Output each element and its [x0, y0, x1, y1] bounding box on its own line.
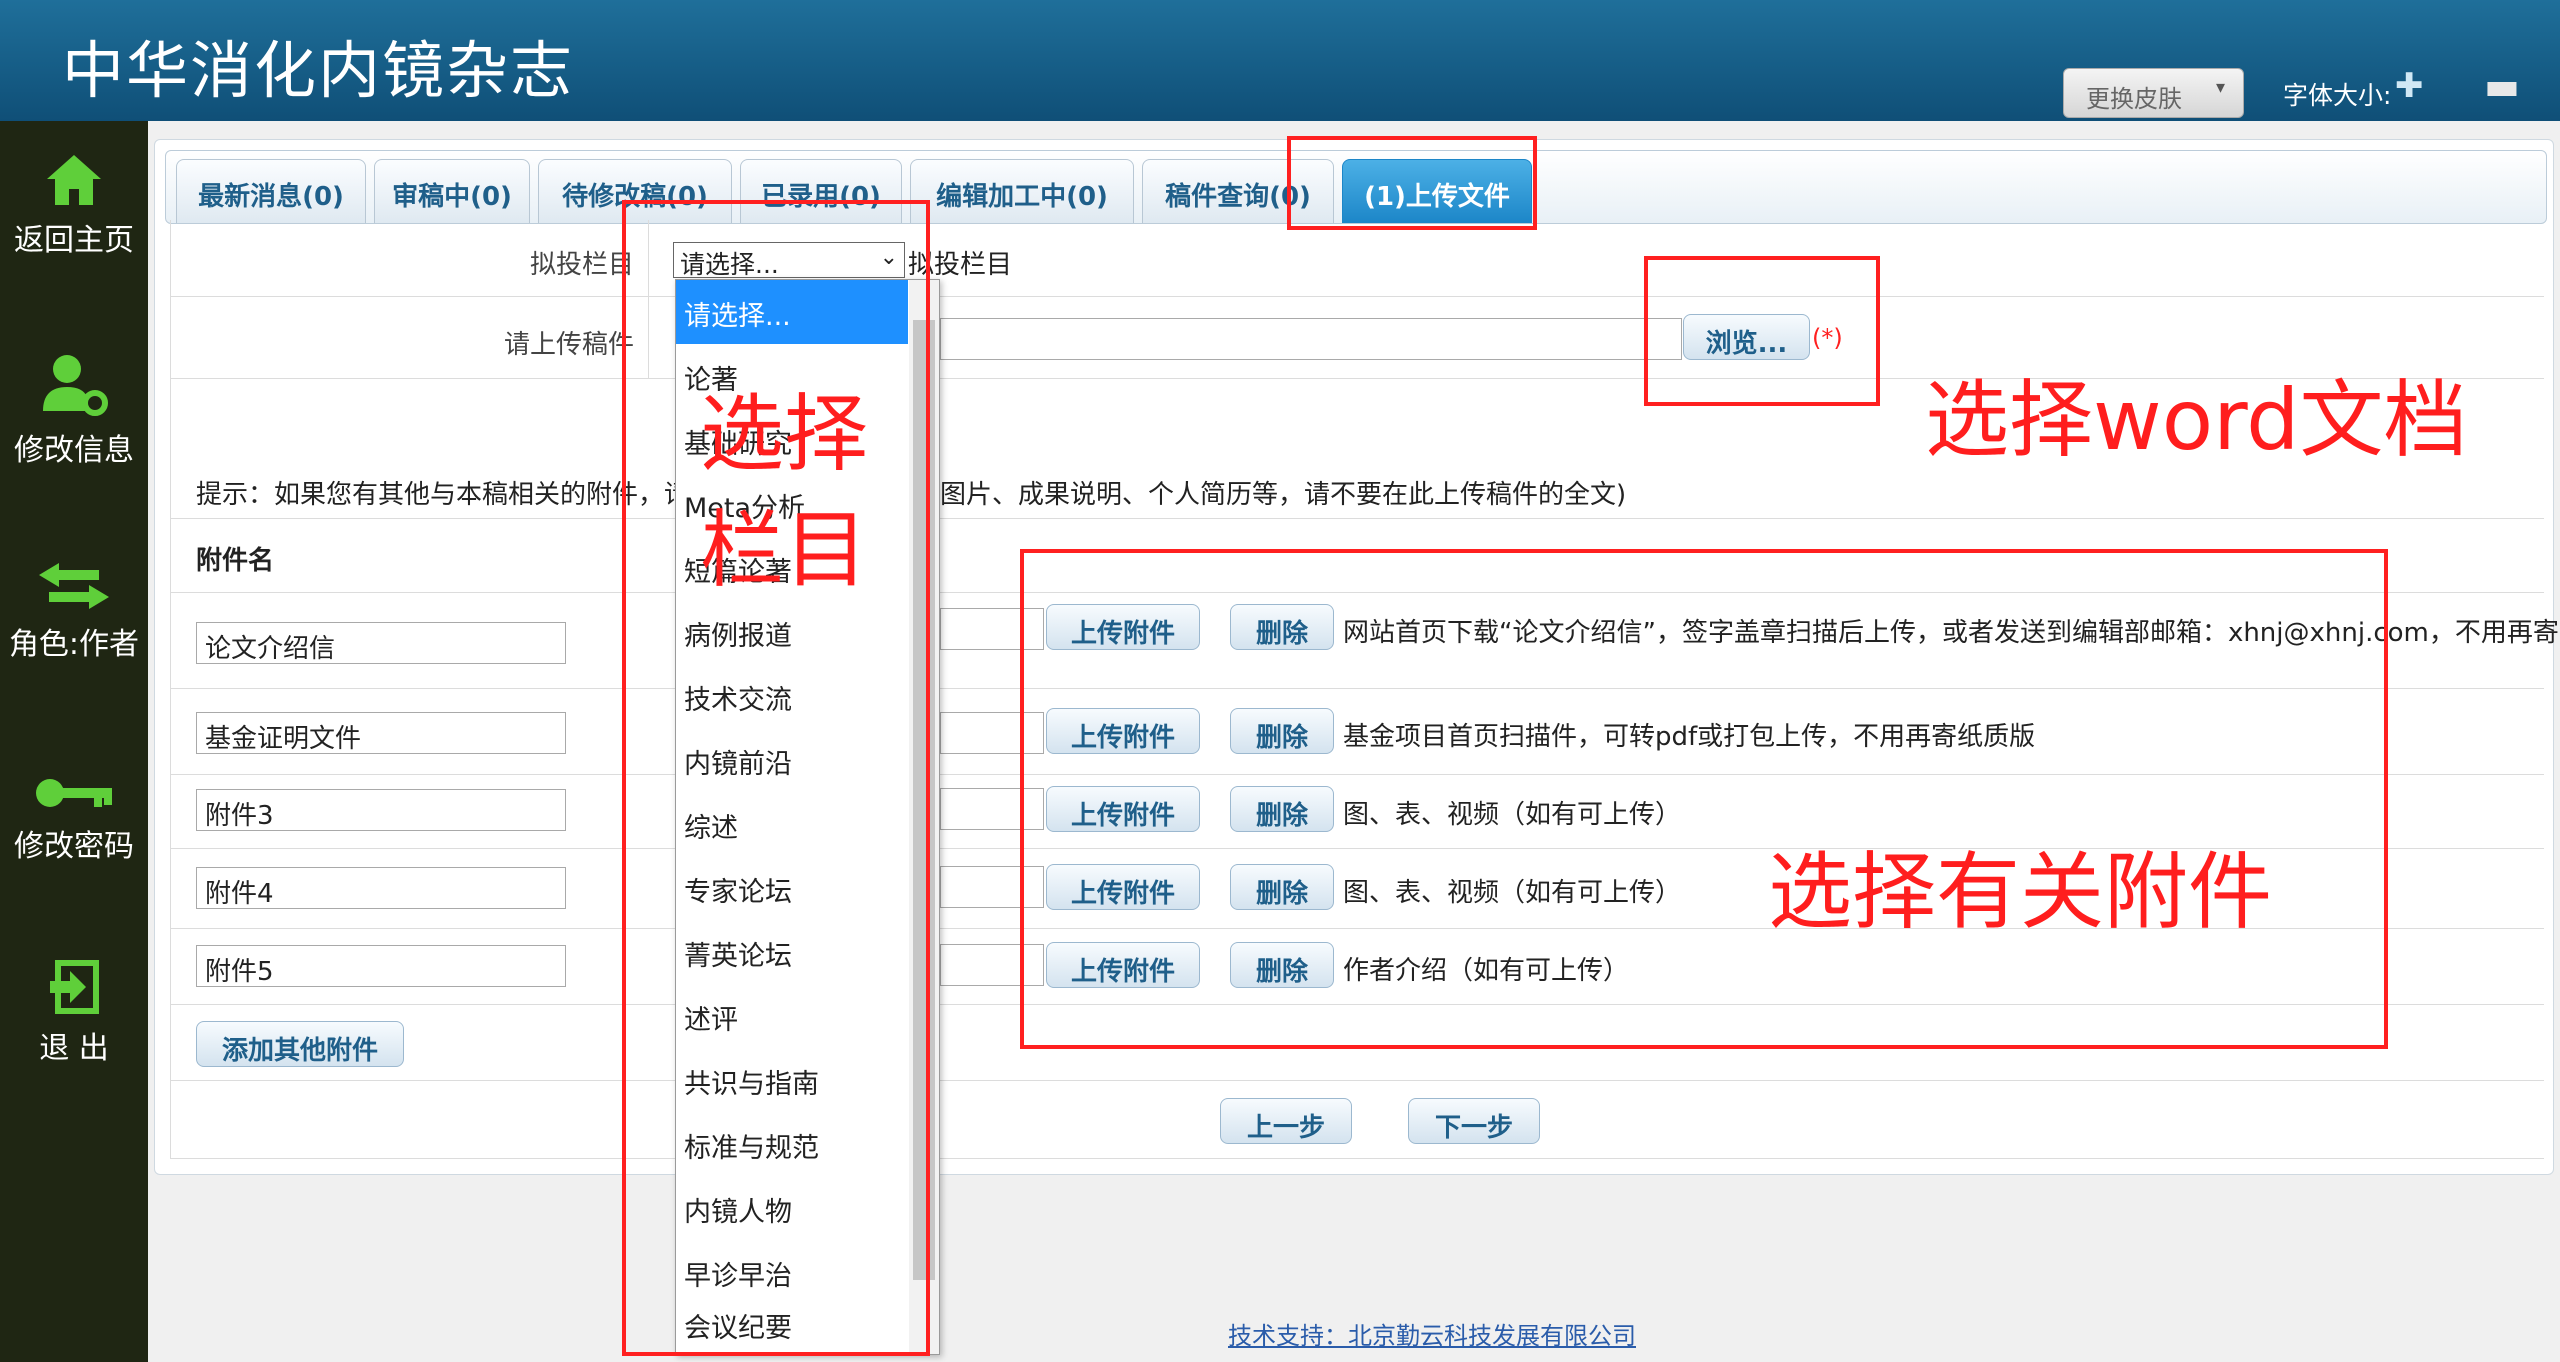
attachment-header: 附件名 — [196, 546, 275, 576]
row-divider — [170, 518, 2544, 519]
home-icon — [47, 155, 101, 205]
row-divider — [170, 1080, 2544, 1081]
annotation-box-browse — [1644, 256, 1880, 406]
attachment-name-input[interactable]: 附件3 — [196, 789, 566, 831]
sidebar-item-label: 角色:作者 — [8, 627, 140, 662]
sidebar-item-label: 修改密码 — [14, 829, 134, 864]
hint-text-right: 图片、成果说明、个人简历等，请不要在此上传稿件的全文) — [940, 480, 1627, 510]
annotation-box-column — [622, 200, 930, 1356]
add-other-attachment-button[interactable]: 添加其他附件 — [196, 1021, 404, 1067]
annotation-select-word: 选择word文档 — [1925, 371, 2468, 469]
annotation-box-attachments — [1020, 549, 2388, 1049]
font-increase-icon[interactable]: ✚ — [2395, 66, 2424, 106]
attachment-name-input[interactable]: 附件4 — [196, 867, 566, 909]
row-divider — [170, 296, 2544, 297]
annotation-box-upload-tab — [1287, 136, 1537, 230]
attachment-name-input[interactable]: 基金证明文件 — [196, 712, 566, 754]
column-label: 拟投栏目 — [529, 250, 634, 280]
sidebar: 返回主页 修改信息 角色:作者 修改密码 退 出 — [0, 121, 148, 1362]
annotation-select-attachments: 选择有关附件 — [1768, 843, 2273, 941]
skin-select-label: 更换皮肤 — [2086, 85, 2182, 113]
sidebar-item-password[interactable]: 修改密码 — [0, 773, 148, 913]
attachment-name-input[interactable]: 论文介绍信 — [196, 622, 566, 664]
header-bar: 中华消化内镜杂志 更换皮肤 ▾ 字体大小: ✚ ▬ — [0, 0, 2560, 121]
user-settings-icon — [43, 355, 108, 416]
font-size-label: 字体大小: — [2283, 81, 2392, 110]
sidebar-item-label: 退 出 — [39, 1031, 109, 1066]
row-divider — [170, 1158, 2544, 1159]
chevron-down-icon: ▾ — [2215, 77, 2225, 98]
sidebar-item-role[interactable]: 角色:作者 — [0, 561, 148, 701]
logout-icon — [50, 960, 99, 1014]
tab-editing[interactable]: 编辑加工中(0) — [910, 159, 1134, 223]
sidebar-item-home[interactable]: 返回主页 — [0, 153, 148, 293]
previous-step-button[interactable]: 上一步 — [1220, 1098, 1352, 1144]
technical-support-link[interactable]: 技术支持：北京勤云科技发展有限公司 — [1228, 1316, 1636, 1351]
swap-arrows-icon — [39, 563, 109, 609]
attachment-name-input[interactable]: 附件5 — [196, 945, 566, 987]
font-decrease-icon[interactable]: ▬ — [2484, 64, 2520, 108]
sidebar-item-logout[interactable]: 退 出 — [0, 959, 148, 1099]
manuscript-file-input[interactable] — [940, 318, 1682, 360]
hint-text-left: 提示：如果您有其他与本稿相关的附件，请 — [196, 480, 691, 510]
annotation-select-column-line2: 栏目 — [700, 501, 869, 599]
next-step-button[interactable]: 下一步 — [1408, 1098, 1540, 1144]
tab-latest-news[interactable]: 最新消息(0) — [176, 159, 366, 223]
grid-border-left — [170, 220, 171, 1158]
sidebar-item-label: 返回主页 — [14, 223, 134, 258]
key-icon — [36, 779, 112, 807]
tab-under-review[interactable]: 审稿中(0) — [374, 159, 530, 223]
site-title: 中华消化内镜杂志 — [62, 34, 575, 107]
upload-label: 请上传稿件 — [503, 330, 634, 360]
sidebar-item-profile[interactable]: 修改信息 — [0, 351, 148, 491]
annotation-select-column-line1: 选择 — [700, 385, 869, 483]
sidebar-item-label: 修改信息 — [14, 433, 134, 468]
skin-select[interactable]: 更换皮肤 ▾ — [2063, 68, 2244, 118]
